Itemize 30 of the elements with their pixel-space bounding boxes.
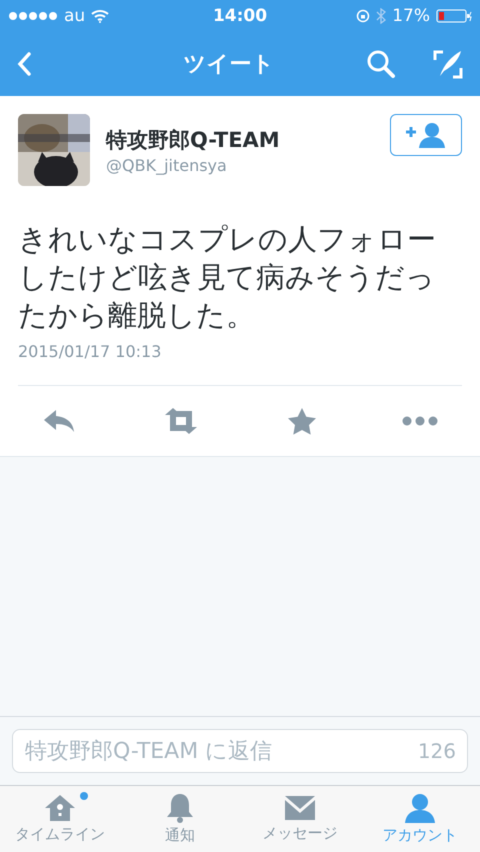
star-icon xyxy=(286,407,317,435)
battery-icon xyxy=(436,9,472,23)
signal-icon xyxy=(8,11,58,21)
user-handle: @QBK_jitensya xyxy=(106,156,228,175)
character-count: 126 xyxy=(418,739,456,763)
bell-icon xyxy=(166,793,194,823)
back-icon xyxy=(16,51,32,77)
wifi-icon xyxy=(91,9,110,23)
bluetooth-icon xyxy=(376,8,386,24)
carrier: au xyxy=(64,6,86,26)
tab[interactable]: アカウント xyxy=(360,786,480,852)
battery-percent: 17% xyxy=(392,6,430,26)
more-icon xyxy=(402,416,438,426)
feather-icon xyxy=(432,48,464,80)
tab[interactable]: 通知 xyxy=(120,786,240,852)
rotation-lock-icon xyxy=(356,9,370,23)
clock: 14:00 xyxy=(212,6,268,26)
add-person-icon xyxy=(404,121,448,149)
user-name: 特攻野郎Q-TEAM xyxy=(106,127,281,154)
tweet-date: 2015/01/17 10:13 xyxy=(18,342,162,361)
search-icon xyxy=(366,49,396,79)
tab[interactable]: タイムライン xyxy=(0,786,120,852)
home-icon xyxy=(44,794,76,822)
tweet-text: きれいなコスプレの人フォローしたけど呟き見て病みそうだったから離脱した。 xyxy=(18,221,437,334)
follow-button[interactable] xyxy=(390,114,462,156)
person-icon xyxy=(404,793,436,823)
nav-title: ツイート xyxy=(184,51,274,79)
mail-icon xyxy=(284,795,316,821)
reply-arrow-icon xyxy=(42,408,76,434)
tab[interactable]: メッセージ xyxy=(240,786,360,852)
